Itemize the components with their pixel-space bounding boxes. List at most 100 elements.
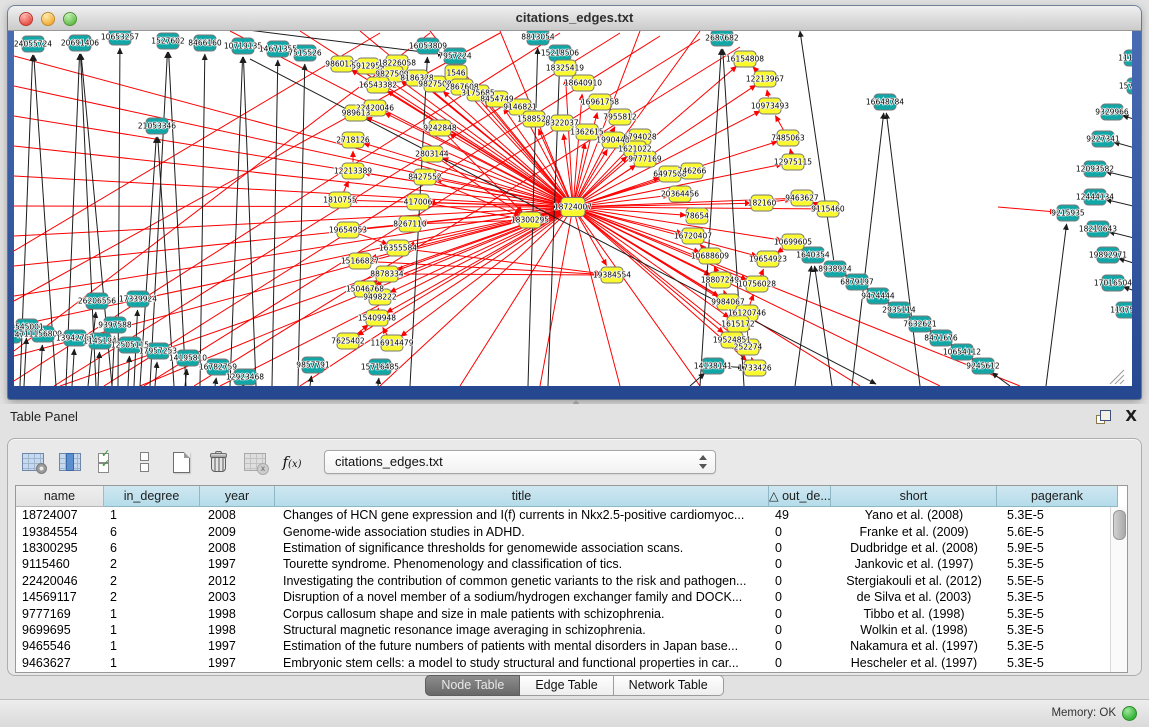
table-cell: 5.3E-5 — [997, 656, 1118, 670]
column-header-title[interactable]: title — [275, 486, 769, 507]
column-header-short[interactable]: short — [831, 486, 997, 507]
column-header-pagerank[interactable]: pagerank — [997, 486, 1118, 507]
graph-node-label: 20364456 — [661, 190, 699, 199]
table-cell: de Silva et al. (2003) — [831, 590, 997, 604]
table-panel-title: Table Panel — [10, 409, 78, 424]
graph-node-label: 1810755 — [323, 196, 357, 205]
graph-node-label: 9777169 — [628, 155, 662, 164]
graph-node-label: 2718126 — [336, 136, 370, 145]
graph-edge — [1046, 224, 1067, 386]
graph-node-label: 18807249 — [701, 276, 739, 285]
table-cell: 1 — [104, 639, 200, 653]
graph-node-label: 18640910 — [564, 79, 602, 88]
graph-edge — [356, 233, 387, 244]
graph-node-label: 9115460 — [811, 205, 845, 214]
table-row[interactable]: 1456911722003Disruption of a novel membe… — [16, 589, 1127, 605]
table-row[interactable]: 946362711997Embryonic stem cells: a mode… — [16, 655, 1127, 671]
network-canvas[interactable]: 2405572420691406106532571527602846616010… — [14, 31, 1132, 386]
table-cell: 18300295 — [16, 541, 104, 555]
select-mode-icon[interactable]: ✓✓ — [94, 448, 120, 476]
table-cell: Tibbo et al. (1998) — [831, 607, 997, 621]
graph-node-label: 9245612 — [966, 362, 1000, 371]
row-height-icon[interactable] — [131, 448, 157, 476]
table-scrollbar[interactable] — [1110, 507, 1127, 672]
import-table-icon[interactable] — [20, 448, 46, 476]
column-header-year[interactable]: year — [200, 486, 275, 507]
table-cell: Stergiakouli et al. (2012) — [831, 574, 997, 588]
graph-edge — [775, 116, 783, 131]
table-row[interactable]: 1938455462009Genome-wide association stu… — [16, 523, 1127, 539]
table-row[interactable]: 911546021997Tourette syndrome. Phenomeno… — [16, 556, 1127, 572]
resize-grip-icon[interactable] — [1120, 380, 1124, 384]
close-window-button[interactable] — [19, 12, 33, 26]
delete-row-icon[interactable] — [205, 448, 231, 476]
citation-network-graph[interactable]: 2405572420691406106532571527602846616010… — [14, 31, 1132, 386]
close-panel-icon[interactable]: X — [1125, 407, 1137, 425]
graph-node-label: 9984067 — [711, 298, 745, 307]
table-row[interactable]: 2242004622012Investigating the contribut… — [16, 573, 1127, 589]
scrollbar-thumb[interactable] — [1113, 510, 1126, 540]
delete-table-icon[interactable]: x — [242, 448, 268, 476]
graph-node-label: 7957224 — [438, 52, 472, 61]
table-cell: 9463627 — [16, 656, 104, 670]
tab-node-table[interactable]: Node Table — [425, 675, 520, 696]
graph-node-label: 1615172 — [721, 320, 755, 329]
graph-node-label: 1527602 — [151, 37, 185, 46]
graph-edge — [298, 64, 305, 386]
graph-node-label: 26206556 — [78, 297, 116, 306]
table-row[interactable]: 1830029562008Estimation of significance … — [16, 540, 1127, 556]
table-cell: Wolkin et al. (1998) — [831, 623, 997, 637]
new-table-icon[interactable] — [168, 448, 194, 476]
column-header-name[interactable]: name — [16, 486, 104, 507]
resize-grip-icon[interactable] — [1115, 375, 1124, 384]
float-panel-icon[interactable] — [1096, 410, 1111, 424]
minimize-window-button[interactable] — [41, 12, 55, 26]
table-cell: 9465546 — [16, 639, 104, 653]
table-cell: 5.3E-5 — [997, 623, 1118, 637]
graph-node-label: 10719135 — [224, 42, 262, 51]
show-column-icon[interactable] — [57, 448, 83, 476]
column-header-out_de[interactable]: △ out_de... — [769, 486, 831, 507]
table-row[interactable]: 946554611997Estimation of the future num… — [16, 638, 1127, 654]
graph-node-label: 8938924 — [818, 265, 852, 274]
table-row[interactable]: 1872400712008Changes of HCN gene express… — [16, 507, 1127, 523]
table-cell: 0 — [769, 525, 831, 539]
tab-edge-table[interactable]: Edge Table — [520, 675, 613, 696]
graph-edge — [852, 113, 884, 386]
table-cell: Yano et al. (2008) — [831, 508, 997, 522]
graph-node-label: 24055724 — [14, 40, 52, 49]
function-builder-icon[interactable]: f(x) — [279, 448, 305, 476]
table-cell: 2012 — [200, 574, 275, 588]
graph-edge — [751, 357, 752, 359]
graph-node-label: 10973493 — [751, 102, 789, 111]
table-cell: 0 — [769, 607, 831, 621]
graph-node-label: 19654923 — [749, 255, 787, 264]
graph-node-label: 1111304 — [1118, 54, 1132, 63]
zoom-window-button[interactable] — [63, 12, 77, 26]
graph-node-label: 12923468 — [226, 373, 264, 382]
graph-edge — [998, 207, 1056, 212]
window-titlebar[interactable]: citations_edges.txt — [8, 6, 1141, 31]
table-cell: Investigating the contribution of common… — [275, 574, 769, 588]
table-row[interactable]: 977716911998Corpus callosum shape and si… — [16, 605, 1127, 621]
graph-node-label: 8466160 — [188, 39, 222, 48]
table-cell: 5.3E-5 — [997, 508, 1118, 522]
table-cell: 0 — [769, 541, 831, 555]
table-cell: 18724007 — [16, 508, 104, 522]
graph-node-label: 10688609 — [691, 252, 729, 261]
table-cell: 9115460 — [16, 557, 104, 571]
table-selector-dropdown[interactable]: citations_edges.txt — [324, 450, 716, 474]
tab-network-table[interactable]: Network Table — [614, 675, 724, 696]
graph-node-label: 6879197 — [840, 278, 874, 287]
table-row[interactable]: 969969511998Structural magnetic resonanc… — [16, 622, 1127, 638]
table-cell: 1997 — [200, 639, 275, 653]
graph-node-label: 8471676 — [924, 334, 958, 343]
graph-node-label: 10699605 — [774, 238, 812, 247]
table-panel: Table Panel X ✓✓ x f(x) citations_edges.… — [0, 404, 1149, 727]
column-header-in_degree[interactable]: in_degree — [104, 486, 200, 507]
table-cell: 2 — [104, 574, 200, 588]
graph-edge — [767, 90, 768, 97]
graph-node-label: 21053346 — [138, 122, 176, 131]
graph-edge — [724, 290, 725, 293]
table-cell: Corpus callosum shape and size in male p… — [275, 607, 769, 621]
